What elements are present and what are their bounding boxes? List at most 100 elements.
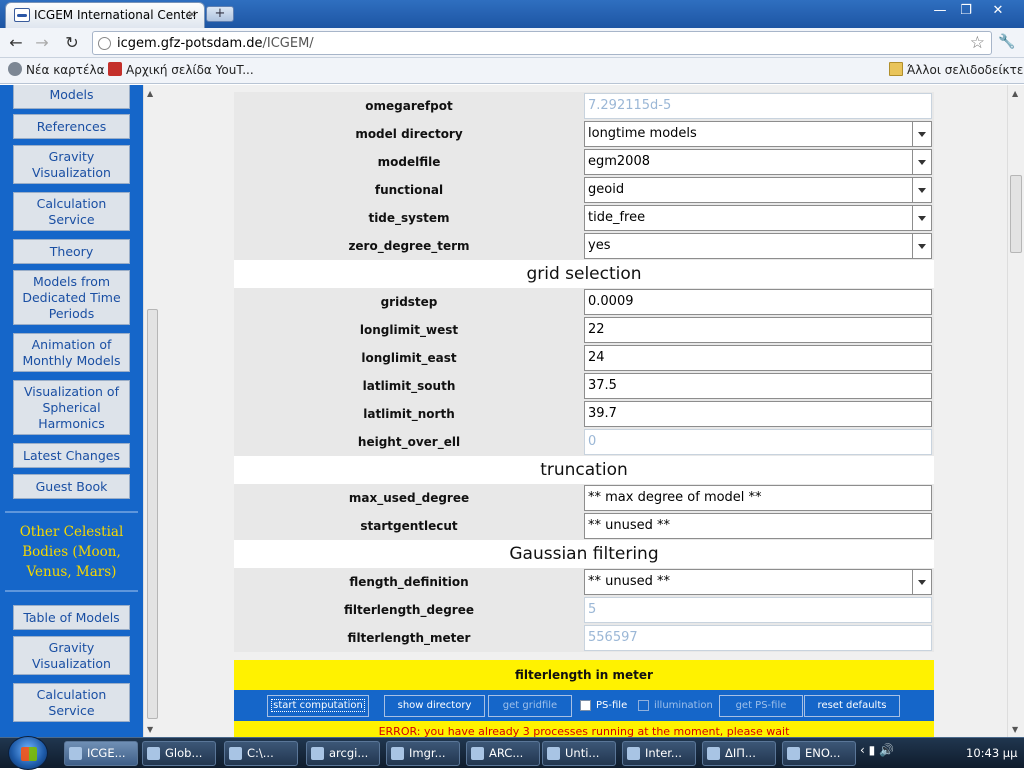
input-latlimit-south[interactable]: 37.5	[584, 373, 932, 399]
select-tide-system[interactable]: tide_free	[584, 205, 932, 231]
form-row-omegarefpot: omegarefpot 7.292115d-5	[234, 92, 934, 120]
browser-tab[interactable]: ICGEM International Center ×	[5, 2, 205, 28]
sidebar-item-spherical-harmonics[interactable]: Visualization of Spherical Harmonics	[13, 380, 130, 435]
address-bar[interactable]: icgem.gfz-potsdam.de/ICGEM/ ☆	[92, 31, 992, 55]
taskbar-item[interactable]: ENO...	[782, 741, 856, 766]
field-value: yes	[588, 238, 611, 253]
sidebar-item-latest-changes[interactable]: Latest Changes	[13, 443, 130, 468]
sidebar-item-celestial-gravity-visualization[interactable]: Gravity Visualization	[13, 636, 130, 675]
field-label: longlimit_east	[361, 351, 457, 365]
sidebar-item-dedicated-time-periods[interactable]: Models from Dedicated Time Periods	[13, 270, 130, 325]
input-max-used-degree[interactable]: ** max degree of model **	[584, 485, 932, 511]
sidebar-scroll-thumb[interactable]	[147, 309, 158, 719]
taskbar-clock[interactable]: 10:43 μμ	[966, 746, 1017, 760]
browser-toolbar: ← → ↻ icgem.gfz-potsdam.de/ICGEM/ ☆ 🔧	[0, 28, 1024, 58]
taskbar-item[interactable]: Glob...	[142, 741, 216, 766]
section-gaussian-filtering: Gaussian filtering	[234, 540, 934, 568]
forward-icon[interactable]: →	[32, 34, 52, 52]
new-tab-button[interactable]: +	[206, 6, 234, 22]
page-scrollbar[interactable]: ▲ ▼	[1007, 85, 1024, 737]
sidebar-item-references[interactable]: References	[13, 114, 130, 139]
field-value: 24	[588, 350, 605, 365]
celestial-bodies-heading[interactable]: Other Celestial Bodies (Moon, Venus, Mar…	[5, 522, 138, 582]
field-value: 556597	[588, 630, 638, 645]
field-label: flength_definition	[349, 575, 469, 589]
reset-defaults-button[interactable]: reset defaults	[804, 695, 900, 717]
sidebar-scrollbar[interactable]: ▲ ▼	[143, 85, 160, 737]
page-scroll-thumb[interactable]	[1010, 175, 1022, 253]
taskbar-item[interactable]: Unti...	[542, 741, 616, 766]
dropdown-arrow-icon[interactable]	[912, 150, 931, 174]
taskbar-item[interactable]: ARC...	[466, 741, 540, 766]
taskbar-item[interactable]: arcgi...	[306, 741, 380, 766]
field-label: latlimit_south	[362, 379, 456, 393]
back-icon[interactable]: ←	[6, 34, 26, 52]
bookmark-star-icon[interactable]: ☆	[970, 33, 985, 53]
dropdown-arrow-icon[interactable]	[912, 122, 931, 146]
sidebar-item-calculation-service[interactable]: Calculation Service	[13, 192, 130, 231]
taskbar-item[interactable]: ΔΙΠ...	[702, 741, 776, 766]
input-filterlength-meter: 556597	[584, 625, 932, 651]
select-zero-degree-term[interactable]: yes	[584, 233, 932, 259]
input-longlimit-west[interactable]: 22	[584, 317, 932, 343]
input-latlimit-north[interactable]: 39.7	[584, 401, 932, 427]
start-button[interactable]	[8, 736, 48, 770]
sidebar-item-celestial-calculation-service[interactable]: Calculation Service	[13, 683, 130, 722]
taskbar-item[interactable]: Inter...	[622, 741, 696, 766]
field-label: latlimit_north	[363, 407, 455, 421]
taskbar-item[interactable]: C:\...	[224, 741, 298, 766]
form-row-longlimit-east: longlimit_east 24	[234, 344, 934, 372]
close-window-button[interactable]: ✕	[986, 2, 1010, 20]
sidebar-item-models[interactable]: Models	[13, 85, 130, 109]
select-flength-definition[interactable]: ** unused **	[584, 569, 932, 595]
select-model-directory[interactable]: longtime models	[584, 121, 932, 147]
taskbar-item[interactable]: Imgr...	[386, 741, 460, 766]
bookmark-new-tab[interactable]: Νέα καρτέλα	[8, 62, 105, 77]
field-value: 7.292115d-5	[588, 98, 672, 113]
wrench-icon[interactable]: 🔧	[998, 34, 1015, 50]
other-bookmarks[interactable]: Άλλοι σελιδοδείκτες	[889, 62, 1024, 77]
field-value: longtime models	[588, 126, 697, 141]
scroll-up-icon[interactable]: ▲	[147, 89, 153, 98]
sidebar-item-table-of-models[interactable]: Table of Models	[13, 605, 130, 630]
get-ps-file-button[interactable]: get PS-file	[719, 695, 803, 717]
get-gridfile-button[interactable]: get gridfile	[488, 695, 572, 717]
sidebar-item-animation-monthly[interactable]: Animation of Monthly Models	[13, 333, 130, 372]
start-computation-button[interactable]: start computation	[267, 695, 369, 717]
taskbar-item[interactable]: ICGE...	[64, 741, 138, 766]
bookmarks-bar: Νέα καρτέλα Αρχική σελίδα YouT... Άλλοι …	[0, 58, 1024, 84]
field-value: ** max degree of model **	[588, 490, 762, 505]
volume-icon[interactable]: 🔊	[879, 743, 894, 757]
maximize-button[interactable]: ❐	[954, 2, 978, 20]
tab-close-icon[interactable]: ×	[187, 7, 197, 21]
sidebar-item-gravity-visualization[interactable]: Gravity Visualization	[13, 145, 130, 184]
select-functional[interactable]: geoid	[584, 177, 932, 203]
scroll-down-icon[interactable]: ▼	[147, 725, 153, 734]
bookmark-youtube[interactable]: Αρχική σελίδα YouT...	[108, 62, 254, 77]
network-icon[interactable]: ▮	[869, 743, 876, 757]
illumination-checkbox[interactable]	[638, 700, 649, 711]
ps-file-checkbox[interactable]	[580, 700, 591, 711]
form-row-latlimit-south: latlimit_south 37.5	[234, 372, 934, 400]
reload-icon[interactable]: ↻	[62, 34, 82, 52]
select-modelfile[interactable]: egm2008	[584, 149, 932, 175]
input-gridstep[interactable]: 0.0009	[584, 289, 932, 315]
show-directory-button[interactable]: show directory	[384, 695, 485, 717]
input-longlimit-east[interactable]: 24	[584, 345, 932, 371]
scroll-up-icon[interactable]: ▲	[1012, 89, 1018, 98]
scroll-down-icon[interactable]: ▼	[1012, 725, 1018, 734]
dropdown-arrow-icon[interactable]	[912, 234, 931, 258]
form-button-bar: start computation show directory get gri…	[234, 690, 934, 721]
dropdown-arrow-icon[interactable]	[912, 570, 931, 594]
sidebar-item-theory[interactable]: Theory	[13, 239, 130, 264]
field-label: longlimit_west	[359, 323, 459, 337]
windows-taskbar: ‹ ▮ 🔊 10:43 μμ ICGE... Glob... C:\... arcgi…	[0, 736, 1024, 770]
folder-icon	[889, 62, 903, 76]
globe-icon	[8, 62, 22, 76]
dropdown-arrow-icon[interactable]	[912, 206, 931, 230]
show-hidden-icons-icon[interactable]: ‹	[860, 743, 865, 757]
minimize-button[interactable]: —	[928, 2, 952, 20]
dropdown-arrow-icon[interactable]	[912, 178, 931, 202]
input-startgentlecut[interactable]: ** unused **	[584, 513, 932, 539]
sidebar-item-guest-book[interactable]: Guest Book	[13, 474, 130, 499]
